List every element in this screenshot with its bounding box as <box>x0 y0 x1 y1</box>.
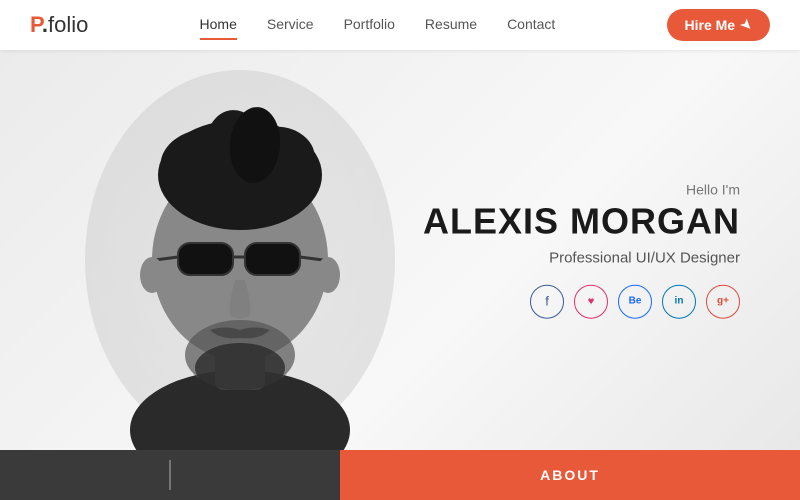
hello-label: Hello I'm <box>423 182 740 198</box>
hire-me-button[interactable]: Hire Me ➤ <box>667 9 770 41</box>
hero-text-block: Hello I'm ALEXIS MORGAN Professional UI/… <box>423 182 740 319</box>
hero-title: Professional UI/UX Designer <box>423 249 740 266</box>
navbar: P.folio Home Service Portfolio Resume Co… <box>0 0 800 50</box>
bottom-bar-orange[interactable]: ABOUT <box>340 450 800 500</box>
about-label: ABOUT <box>540 467 600 483</box>
hero-section: Hello I'm ALEXIS MORGAN Professional UI/… <box>0 50 800 450</box>
social-instagram[interactable]: ♥ <box>574 284 608 318</box>
hire-me-label: Hire Me <box>685 17 736 33</box>
nav-link-contact[interactable]: Contact <box>507 16 555 36</box>
nav-item-service[interactable]: Service <box>267 16 314 34</box>
social-linkedin[interactable]: in <box>662 284 696 318</box>
social-facebook[interactable]: f <box>530 284 564 318</box>
nav-item-contact[interactable]: Contact <box>507 16 555 34</box>
logo[interactable]: P.folio <box>30 12 88 38</box>
nav-item-portfolio[interactable]: Portfolio <box>344 16 395 34</box>
bottom-bar-dark <box>0 450 340 500</box>
nav-link-service[interactable]: Service <box>267 16 314 36</box>
nav-links: Home Service Portfolio Resume Contact <box>200 16 556 34</box>
nav-item-resume[interactable]: Resume <box>425 16 477 34</box>
person-portrait <box>80 60 400 450</box>
bottom-bar: ABOUT <box>0 450 800 500</box>
social-icons-row: f ♥ Be in g+ <box>423 284 740 318</box>
logo-p: P <box>30 12 42 37</box>
nav-link-portfolio[interactable]: Portfolio <box>344 16 395 36</box>
send-icon: ➤ <box>737 15 756 34</box>
logo-folio: folio <box>48 12 88 37</box>
nav-item-home[interactable]: Home <box>200 16 237 34</box>
bottom-divider <box>169 460 171 490</box>
nav-link-resume[interactable]: Resume <box>425 16 477 36</box>
social-googleplus[interactable]: g+ <box>706 284 740 318</box>
nav-link-home[interactable]: Home <box>200 16 237 36</box>
hero-name: ALEXIS MORGAN <box>423 202 740 242</box>
portrait-svg <box>80 60 400 450</box>
social-behance[interactable]: Be <box>618 284 652 318</box>
